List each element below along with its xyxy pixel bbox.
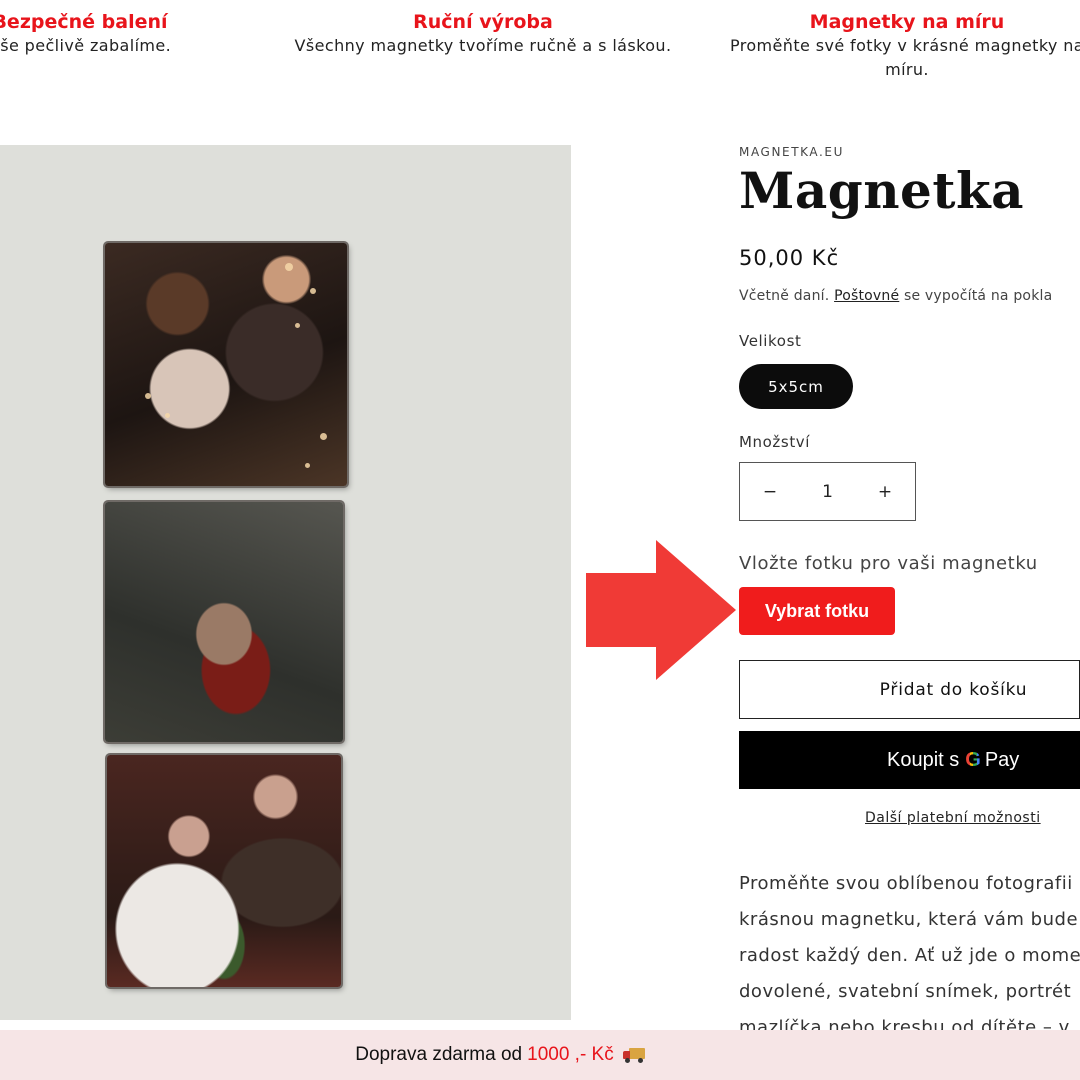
choose-photo-button[interactable]: Vybrat fotku [739, 587, 895, 635]
feature-custom-magnets: Magnetky na míru Proměňte své fotky v kr… [707, 10, 1080, 82]
product-price: 50,00 Kč [739, 246, 840, 270]
google-pay-button[interactable]: Koupit s G Pay [739, 731, 1080, 789]
gpay-label: Pay [984, 748, 1020, 771]
more-payment-options-link[interactable]: Další platební možnosti [865, 810, 1041, 826]
description-line: dovolené, svatební snímek, portrét [739, 981, 1072, 1002]
feature-title: Ruční výroba [413, 11, 553, 33]
magnet-photo-ring-box [105, 502, 343, 742]
tax-prefix: Včetně daní. [739, 288, 830, 304]
free-shipping-banner: Doprava zdarma od 1000 ,- Kč [0, 1030, 1080, 1080]
feature-secure-packaging: Bezpečné balení Vše pečlivě zabalíme. [0, 10, 280, 58]
feature-handmade: Ruční výroba Všechny magnetky tvoříme ru… [283, 10, 683, 58]
quantity-decrease-button[interactable]: − [760, 482, 780, 502]
add-to-cart-button[interactable]: Přidat do košíku [739, 660, 1080, 719]
feature-text: Všechny magnetky tvoříme ručně a s lásko… [294, 36, 672, 55]
arrow-right-icon [586, 540, 736, 680]
tax-note: Včetně daní. Poštovné se vypočítá na pok… [739, 288, 1052, 304]
description-line: radost každý den. Ať už jde o mome [739, 945, 1080, 966]
size-label: Velikost [739, 332, 802, 350]
banner-amount: 1000 ,- Kč [527, 1044, 614, 1065]
quantity-label: Množství [739, 433, 811, 451]
size-option-5x5[interactable]: 5x5cm [739, 364, 853, 409]
shipping-link[interactable]: Poštovné [834, 288, 899, 304]
truck-icon [622, 1048, 645, 1063]
feature-text: Proměňte své fotky v krásné magnetky na … [729, 36, 1080, 79]
banner-text: Doprava zdarma od [355, 1044, 523, 1065]
magnet-photo-couple-sparklers [105, 243, 347, 486]
upload-label: Vložte fotku pro vaši magnetku [739, 553, 1038, 574]
quantity-stepper: − 1 + [739, 462, 916, 521]
product-vendor: MAGNETKA.EU [739, 145, 844, 159]
description-line: krásnou magnetku, která vám bude [739, 909, 1079, 930]
gpay-prefix: Koupit s [887, 748, 960, 771]
feature-title: Bezpečné balení [0, 11, 168, 33]
quantity-input[interactable]: 1 [818, 482, 838, 502]
google-g-icon: G [965, 748, 981, 771]
product-description: Proměňte svou oblíbenou fotografii krásn… [739, 866, 1080, 1046]
magnet-photo-couple-ceremony [107, 755, 341, 987]
description-line: Proměňte svou oblíbenou fotografii [739, 873, 1073, 894]
product-image[interactable] [0, 145, 571, 1020]
feature-text: Vše pečlivě zabalíme. [0, 36, 172, 55]
tax-suffix: se vypočítá na pokla [903, 288, 1053, 304]
feature-title: Magnetky na míru [809, 11, 1005, 33]
quantity-increase-button[interactable]: + [875, 482, 895, 502]
product-title: Magnetka [739, 161, 1025, 220]
